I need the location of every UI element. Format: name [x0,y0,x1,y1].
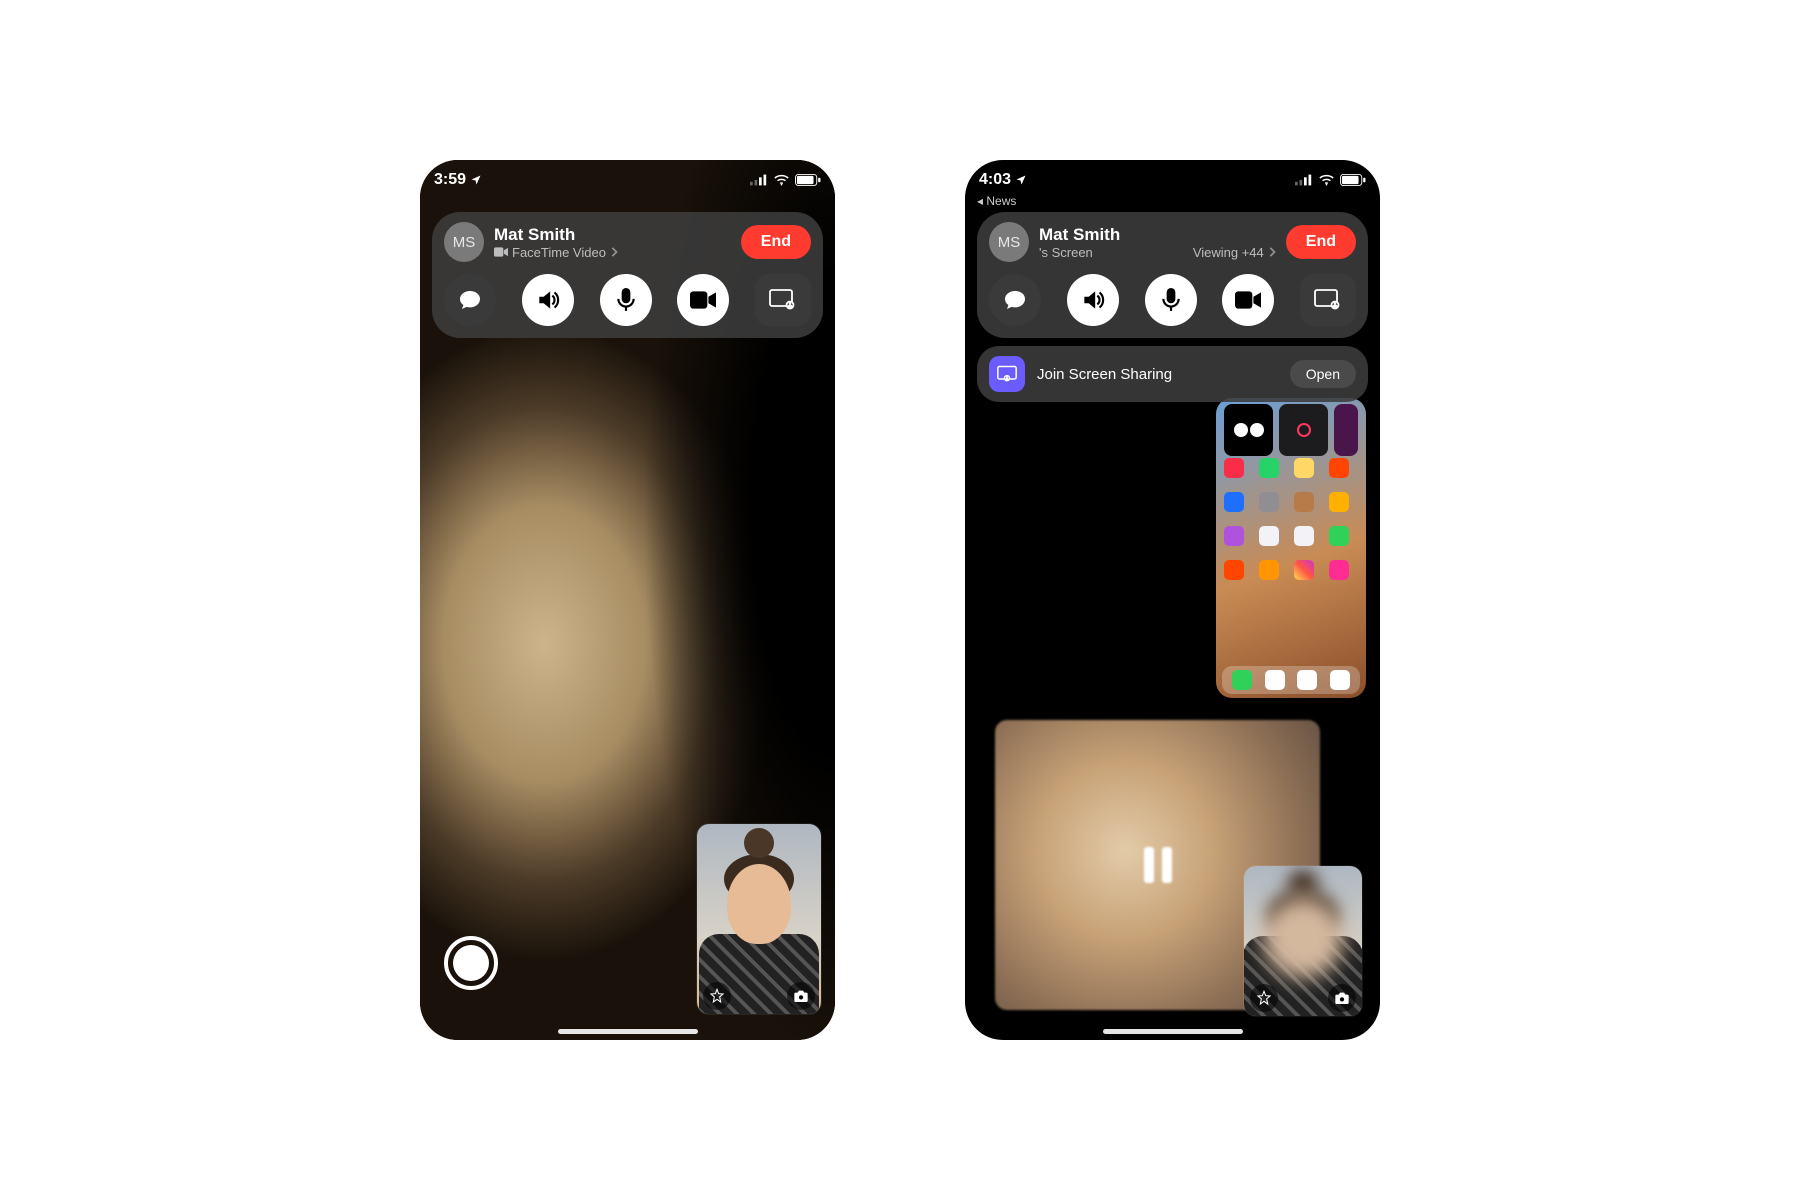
app-icon [1294,458,1314,478]
flip-camera-button[interactable] [787,982,815,1010]
phone-left: 3:59 MS Mat Smith [420,160,835,1040]
shareplay-button[interactable] [1300,274,1356,326]
chevron-right-icon [610,247,618,257]
app-icon [1259,492,1279,512]
shareplay-button[interactable] [755,274,811,326]
video-icon [494,247,508,257]
end-call-button[interactable]: End [741,225,811,259]
camera-toggle-button[interactable] [677,274,729,326]
caller-avatar[interactable]: MS [989,222,1029,262]
app-icon [1224,492,1244,512]
camera-toggle-button[interactable] [1222,274,1274,326]
call-banner: MS Mat Smith FaceTime Video End [432,212,823,338]
phone-right: 4:03 ◂ News MS Mat Smith 's Screen [965,160,1380,1040]
messages-button[interactable] [444,274,496,326]
dock-gmail-icon [1330,670,1350,690]
home-indicator[interactable] [558,1029,698,1034]
cellular-icon [750,174,768,186]
home-indicator[interactable] [1103,1029,1243,1034]
app-icon [1294,526,1314,546]
screen-share-prompt: Join Screen Sharing Open [977,346,1368,402]
location-icon [1015,174,1027,186]
fitness-widget-icon [1279,404,1328,456]
flip-camera-button[interactable] [1328,984,1356,1012]
screen-share-icon [989,356,1025,392]
app-icon [1259,458,1279,478]
wifi-icon [773,174,790,186]
end-call-button[interactable]: End [1286,225,1356,259]
app-icon [1259,526,1279,546]
open-screen-share-button[interactable]: Open [1290,360,1356,388]
app-icon [1329,560,1349,580]
app-icon [1329,458,1349,478]
shared-screen-preview[interactable] [1216,398,1366,698]
caller-name: Mat Smith [494,225,731,245]
clock-widget-icon [1224,404,1273,456]
messages-button[interactable] [989,274,1041,326]
shutter-button[interactable] [444,936,498,990]
app-icon [1224,526,1244,546]
dock-chrome-icon [1297,670,1317,690]
app-icon [1294,492,1314,512]
status-time: 4:03 [979,171,1027,189]
mute-button[interactable] [600,274,652,326]
speaker-button[interactable] [522,274,574,326]
status-time: 3:59 [434,171,482,189]
mute-button[interactable] [1145,274,1197,326]
call-subtitle[interactable]: FaceTime Video [494,245,731,260]
cellular-icon [1295,174,1313,186]
app-icon [1334,404,1358,456]
self-view-pip[interactable] [1244,866,1362,1016]
speaker-button[interactable] [1067,274,1119,326]
caller-name: Mat Smith [1039,225,1276,245]
app-icon [1294,560,1314,580]
dock-phone-icon [1232,670,1252,690]
status-bar: 3:59 [420,166,835,194]
location-icon [470,174,482,186]
app-icon [1329,526,1349,546]
battery-icon [795,174,821,186]
back-to-app[interactable]: ◂ News [977,194,1016,208]
dock-maps-icon [1265,670,1285,690]
screen-share-text: Join Screen Sharing [1037,366,1278,383]
effects-button[interactable] [703,982,731,1010]
call-subtitle[interactable]: 's Screen Viewing +44 [1039,245,1276,260]
app-icon [1259,560,1279,580]
status-bar: 4:03 [965,166,1380,194]
pause-icon [1144,847,1172,883]
caller-avatar[interactable]: MS [444,222,484,262]
chevron-right-icon [1268,247,1276,257]
self-view-pip[interactable] [697,824,821,1014]
app-icon [1329,492,1349,512]
call-banner: MS Mat Smith 's Screen Viewing +44 End [977,212,1368,338]
effects-button[interactable] [1250,984,1278,1012]
battery-icon [1340,174,1366,186]
app-icon [1224,458,1244,478]
app-icon [1224,560,1244,580]
wifi-icon [1318,174,1335,186]
